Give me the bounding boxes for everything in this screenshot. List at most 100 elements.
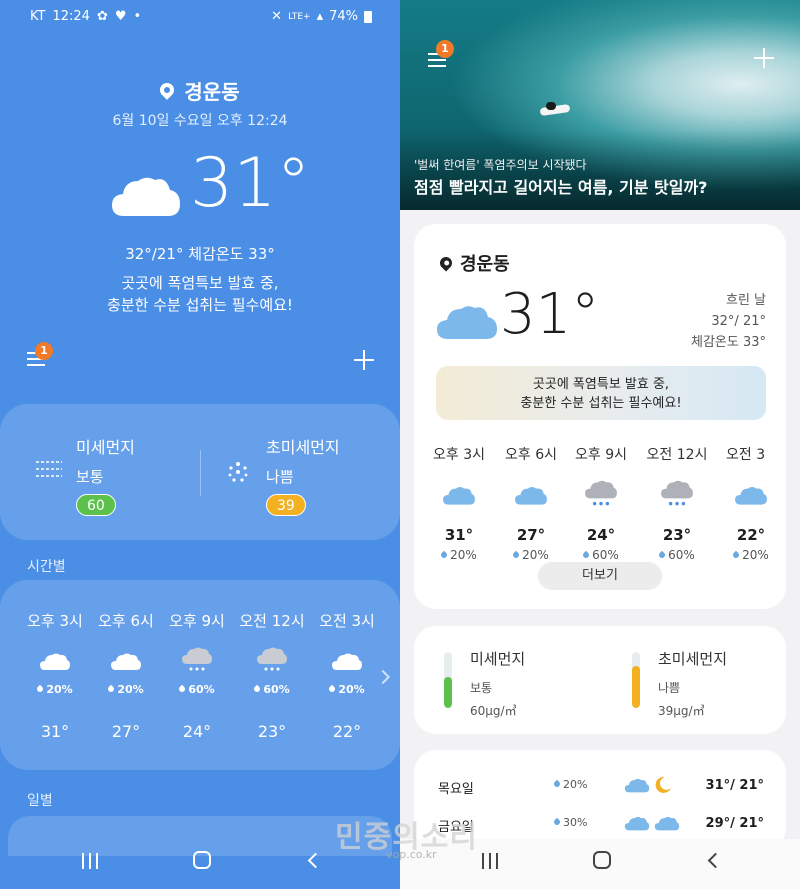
- hour-temp: 22°: [332, 722, 362, 741]
- pm25-item: 초미세먼지 나쁨 39: [226, 434, 340, 516]
- minmax-feels: 32°/21° 체감온도 33°: [125, 245, 275, 263]
- more-button[interactable]: 더보기: [538, 562, 662, 590]
- add-location-button[interactable]: [354, 350, 374, 370]
- location-pin-icon: [157, 80, 178, 100]
- hourly-card[interactable]: 오후 3시 20% 31° 오후 6시 20% 27° 오후 9시 60% 24…: [0, 580, 400, 770]
- hour-time: 오전 3: [726, 447, 766, 463]
- particles-icon: [228, 462, 248, 482]
- hour-temp: 22°: [736, 526, 766, 544]
- location-name: 경운동: [460, 254, 510, 275]
- drop-icon: [657, 550, 667, 560]
- recent-apps-button[interactable]: [482, 853, 498, 869]
- weather-card[interactable]: 경운동 31° 흐린 날 32°/ 21° 체감온도 33° 곳곳에 폭염특보 …: [414, 224, 786, 609]
- add-location-button[interactable]: [754, 48, 774, 68]
- drop-icon: [253, 684, 262, 694]
- notification-icon: ✿: [96, 9, 108, 24]
- cloud-icon: [332, 653, 362, 670]
- news-subtitle: '벌써 한여름' 폭염주의보 시작됐다: [414, 158, 587, 172]
- message-line-1: 곳곳에 폭염특보 발효 중,: [532, 377, 670, 392]
- hourly-item: 오후 6시 27° 20%: [496, 444, 566, 562]
- cloud-icon: [443, 487, 475, 505]
- pm10-item: 미세먼지 보통 60: [36, 434, 135, 516]
- hour-time: 오전 3시: [319, 612, 375, 630]
- pm25-label: 초미세먼지: [266, 438, 340, 457]
- hourly-item: 오후 3시 31° 20%: [424, 444, 494, 562]
- divider: [200, 450, 201, 496]
- pm25-item: 초미세먼지 나쁨 39µg/㎥: [658, 648, 727, 719]
- cloud-icon: [624, 816, 650, 831]
- pm25-status: 나쁨: [658, 681, 681, 695]
- hour-time: 오후 3시: [433, 447, 485, 463]
- surfer-image: [546, 102, 556, 110]
- hour-precip: 60%: [263, 683, 290, 696]
- cloud-icon: [111, 653, 141, 670]
- pm10-level-bar: [444, 652, 452, 708]
- hour-temp: 23°: [662, 526, 692, 544]
- hour-temp: 27°: [111, 722, 141, 741]
- weather-message: 곳곳에 폭염특보 발효 중, 충분한 수분 섭취는 필수예요!: [0, 272, 400, 316]
- hour-precip: 20%: [117, 683, 144, 696]
- hour-precip: 60%: [668, 548, 695, 562]
- pm25-level-bar: [632, 652, 640, 708]
- hour-precip: 60%: [188, 683, 215, 696]
- pm10-status: 보통: [76, 468, 104, 486]
- menu-badge: 1: [436, 40, 454, 58]
- hour-temp: 24°: [586, 526, 616, 544]
- hour-time: 오후 9시: [575, 447, 627, 463]
- cloud-icon: [437, 306, 497, 339]
- cloud-icon: [112, 177, 180, 216]
- signal-icon: ▴: [316, 9, 324, 24]
- hour-time: 오후 6시: [98, 612, 154, 630]
- pm25-label: 초미세먼지: [658, 650, 728, 668]
- hour-precip: 20%: [450, 548, 477, 562]
- dust-card[interactable]: 미세먼지 보통 60 초미세먼지 나쁨 39: [0, 404, 400, 540]
- pm10-label: 미세먼지: [76, 438, 135, 457]
- pm25-value: 39µg/㎥: [658, 704, 705, 718]
- rain-cloud-icon: [182, 647, 212, 671]
- drop-icon: [731, 550, 741, 560]
- rain-cloud-icon: [257, 647, 287, 671]
- hour-temp: 31°: [40, 722, 70, 741]
- cloud-icon: [654, 816, 680, 831]
- hour-time: 오후 6시: [505, 447, 557, 463]
- day-name: 목요일: [438, 782, 474, 797]
- drop-icon: [511, 550, 521, 560]
- back-button[interactable]: [307, 852, 324, 869]
- mute-icon: ✕: [271, 9, 283, 24]
- cloud-icon: [515, 487, 547, 505]
- pm10-value: 60: [76, 494, 116, 516]
- location-name: 경운동: [184, 80, 240, 104]
- minmax-temp: 32°/ 21°: [711, 314, 766, 329]
- back-button[interactable]: [707, 852, 724, 869]
- condition-text: 흐린 날: [725, 293, 766, 308]
- home-button[interactable]: [593, 851, 611, 869]
- hour-time: 오후 3시: [27, 612, 83, 630]
- moon-icon: [655, 776, 671, 793]
- drop-icon: [552, 817, 562, 827]
- message-line-2: 충분한 수분 섭취는 필수예요!: [107, 296, 293, 314]
- home-button[interactable]: [193, 851, 211, 869]
- recent-apps-button[interactable]: [82, 853, 98, 869]
- weather-message: 곳곳에 폭염특보 발효 중, 충분한 수분 섭취는 필수예요!: [436, 366, 766, 420]
- heart-icon: ♥: [114, 9, 127, 24]
- day-precip: 20%: [563, 778, 588, 791]
- feels-like: 체감온도 33°: [690, 335, 766, 350]
- hour-time: 오전 12시: [239, 612, 305, 630]
- news-banner[interactable]: '벌써 한여름' 폭염주의보 시작됐다 점점 빨라지고 길어지는 여름, 기분 …: [400, 0, 800, 210]
- hourly-section-title: 시간별: [27, 559, 66, 575]
- hour-temp: 31°: [444, 526, 474, 544]
- hour-precip: 20%: [338, 683, 365, 696]
- pm25-value: 39: [266, 494, 306, 516]
- dust-card[interactable]: 미세먼지 보통 60µg/㎥ 초미세먼지 나쁨 39µg/㎥: [414, 626, 786, 734]
- location-title: 경운동: [0, 76, 400, 105]
- dot-icon: •: [133, 9, 142, 24]
- menu-badge: 1: [35, 342, 53, 360]
- drop-icon: [552, 779, 562, 789]
- daily-row: 목요일 20% 31°/ 21°: [414, 776, 786, 802]
- daily-section-title: 일별: [27, 793, 53, 809]
- network-label: LTE+: [288, 11, 311, 22]
- drop-icon: [439, 550, 449, 560]
- day-temps: 29°/ 21°: [705, 816, 764, 831]
- hourly-item: 오전 12시 60% 23°: [237, 610, 307, 741]
- drop-icon: [581, 550, 591, 560]
